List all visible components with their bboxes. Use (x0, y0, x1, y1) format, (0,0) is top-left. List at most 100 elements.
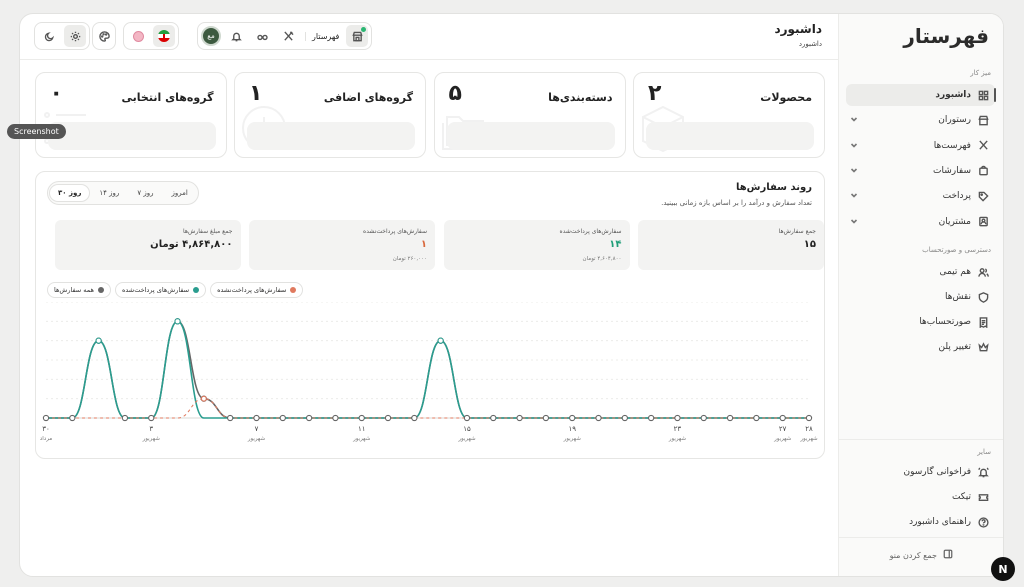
data-point-paid[interactable] (174, 318, 181, 325)
series-line-1 (45, 320, 809, 419)
sidebar: فهرستار میز کار داشبورد رستوران فهرست‌ها سف… (838, 14, 1003, 576)
sidebar-access-item-2[interactable]: نقش‌ها (846, 286, 995, 308)
utensils-button[interactable] (277, 25, 299, 47)
sidebar-item-label: تیکت (951, 492, 971, 502)
data-point[interactable] (779, 414, 786, 422)
data-point[interactable] (305, 414, 313, 422)
sidebar-item-6[interactable]: مشتریان (846, 211, 995, 233)
data-point[interactable] (121, 414, 129, 422)
stat-title: دسته‌بندی‌ها (548, 91, 613, 104)
legend-item-3[interactable]: همه سفارش‌ها (47, 282, 111, 298)
data-point-unpaid[interactable] (200, 395, 207, 402)
range-option-4[interactable]: ۳۰ روز (50, 185, 90, 201)
online-dot (361, 27, 367, 32)
data-point[interactable] (621, 414, 628, 422)
stat-card-4[interactable]: گروه‌های انتخابی ۰ (34, 72, 227, 158)
x-tick-day: ۲۷ (779, 425, 787, 433)
summary-box-3: سفارش‌های پرداخت‌نشده ۱ ۲۶۰,۰۰۰ تومان (249, 220, 435, 270)
chevron-down-icon[interactable] (850, 217, 858, 227)
data-point[interactable] (674, 414, 681, 422)
screenshot-badge[interactable]: Screenshot (7, 124, 66, 139)
legend-item-1[interactable]: سفارش‌های پرداخت‌نشده (210, 282, 304, 298)
sidebar-item-label: فهرست‌ها (933, 140, 971, 151)
chevron-down-icon[interactable] (850, 115, 858, 125)
x-tick-day: ۷ (255, 425, 259, 433)
sun-icon (70, 27, 81, 46)
app-frame: فهرستار میز کار داشبورد رستوران فهرست‌ها سف… (19, 13, 1004, 577)
stat-card-2[interactable]: دسته‌بندی‌ها ۵ (433, 72, 626, 158)
data-point[interactable] (42, 414, 50, 422)
data-point[interactable] (805, 414, 813, 422)
data-point[interactable] (595, 414, 602, 422)
data-point[interactable] (647, 414, 655, 422)
collapse-menu-button[interactable]: جمع کردن منو (890, 549, 953, 561)
contact-icon (977, 216, 989, 228)
palette-button[interactable] (93, 25, 115, 47)
data-point[interactable] (332, 414, 339, 422)
data-point[interactable] (358, 414, 365, 422)
data-point[interactable] (253, 414, 260, 422)
sidebar-other-item-3[interactable]: راهنمای داشبورد (846, 511, 995, 533)
sidebar-divider (838, 439, 1003, 440)
data-point[interactable] (569, 414, 576, 422)
glasses-button[interactable] (251, 25, 273, 47)
chart-legend: همه سفارش‌ها سفارش‌های پرداخت‌شده سفارش‌ها… (47, 282, 304, 298)
sidebar-item-4[interactable]: سفارشات (846, 160, 995, 182)
data-point[interactable] (279, 414, 286, 422)
data-point-paid[interactable] (437, 337, 444, 344)
data-point[interactable] (726, 414, 734, 422)
dark-mode-button[interactable] (38, 25, 60, 47)
legend-item-2[interactable]: سفارش‌های پرداخت‌شده (114, 282, 207, 298)
glasses-icon (256, 27, 268, 46)
data-point[interactable] (753, 414, 760, 422)
data-point[interactable] (148, 414, 155, 422)
sidebar-other-item-2[interactable]: تیکت (846, 486, 995, 508)
range-option-3[interactable]: ۱۴ روز (91, 185, 127, 201)
sidebar-item-label: پرداخت (942, 191, 971, 202)
sidebar-item-3[interactable]: فهرست‌ها (846, 135, 995, 157)
user-avatar[interactable]: مع (201, 26, 221, 46)
data-point[interactable] (384, 414, 392, 422)
orders-line-chart: ۳۰ مرداد ۳ شهریور ۷ شهریور ۱۱ شهریور ۱۵ شهریور ۱۹ ش… (40, 302, 818, 442)
sidebar-access-item-3[interactable]: صورتحساب‌ها (846, 311, 995, 333)
stat-card-1[interactable]: محصولات ۲ (633, 72, 825, 158)
sidebar-section-access: دسترسی و صورتحساب (922, 246, 991, 254)
receipt-icon (977, 316, 989, 328)
lang-fa-button[interactable] (153, 25, 175, 47)
store-button[interactable] (346, 25, 369, 47)
range-option-2[interactable]: ۷ روز (129, 185, 161, 201)
data-point[interactable] (700, 414, 707, 422)
orders-trend-title: روند سفارش‌ها (735, 182, 812, 193)
data-point[interactable] (463, 414, 471, 422)
data-point[interactable] (490, 414, 497, 422)
stat-card-3[interactable]: گروه‌های اضافی ۱ (234, 72, 426, 158)
data-point[interactable] (516, 414, 523, 422)
light-mode-button[interactable] (64, 25, 86, 47)
data-point[interactable] (69, 414, 76, 422)
summary-sub: ۲۶۰,۰۰۰ تومان (392, 256, 427, 262)
sidebar-access-item-1[interactable]: هم تیمی (846, 261, 995, 283)
logo[interactable]: فهرستار (903, 24, 990, 48)
sidebar-access-item-4[interactable]: تغییر پلن (846, 336, 995, 358)
data-point-paid[interactable] (95, 337, 102, 344)
breadcrumb[interactable]: داشبورد (799, 40, 822, 48)
stat-value: ۰ (49, 81, 63, 106)
range-option-1[interactable]: امروز (163, 185, 195, 201)
lang-en-button[interactable] (127, 25, 149, 47)
data-point[interactable] (411, 414, 418, 422)
chevron-down-icon[interactable] (850, 191, 858, 201)
notifications-button[interactable] (225, 25, 247, 47)
sidebar-item-1[interactable]: داشبورد (846, 84, 996, 106)
chevron-down-icon[interactable] (850, 166, 858, 176)
sidebar-item-2[interactable]: رستوران (846, 109, 995, 131)
summary-value: ۱ (420, 239, 427, 250)
summary-box-2: سفارش‌های پرداخت‌شده ۱۴ ۴,۶۰۴,۸۰۰ تومان (443, 220, 630, 270)
data-point[interactable] (542, 414, 550, 422)
data-point[interactable] (227, 414, 234, 422)
sidebar-item-5[interactable]: پرداخت (846, 185, 995, 207)
iran-flag-icon (158, 30, 170, 42)
sidebar-other-item-1[interactable]: فراخوانی گارسون (846, 461, 995, 483)
n-badge[interactable]: N (991, 557, 1015, 581)
chevron-down-icon[interactable] (850, 141, 858, 151)
x-tick-month: شهریور (352, 436, 371, 442)
